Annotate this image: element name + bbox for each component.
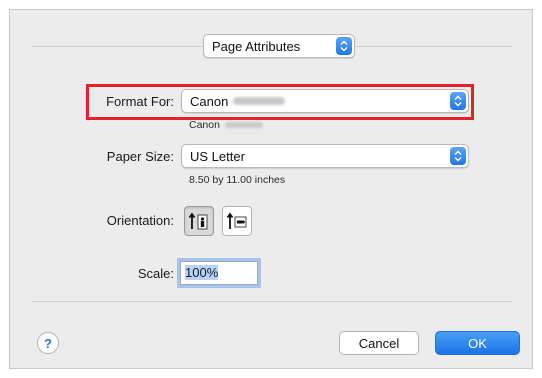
redacted-model-detail (224, 122, 263, 129)
landscape-button[interactable] (222, 206, 252, 236)
portrait-orientation-icon (188, 212, 208, 230)
scale-input[interactable]: 100% (180, 261, 258, 285)
landscape-orientation-icon (226, 212, 247, 229)
settings-popup[interactable]: Page Attributes (203, 34, 355, 58)
ok-button[interactable]: OK (435, 331, 520, 355)
scale-value: 100% (185, 265, 219, 280)
format-for-detail: Canon (189, 119, 263, 131)
format-for-value: Canon (190, 93, 229, 109)
stepper-icon (450, 92, 466, 110)
help-button[interactable]: ? (37, 332, 59, 354)
format-for-label: Format For: (106, 94, 174, 109)
stepper-icon (450, 147, 466, 165)
paper-size-popup[interactable]: US Letter (181, 144, 469, 168)
cancel-button[interactable]: Cancel (339, 331, 419, 355)
paper-size-label: Paper Size: (106, 149, 174, 164)
orientation-label: Orientation: (106, 213, 174, 228)
bottom-separator (32, 301, 512, 302)
format-for-popup[interactable]: Canon (181, 89, 469, 113)
paper-size-value: US Letter (190, 148, 245, 164)
page-setup-dialog: Page Attributes Format For: Canon Canon … (9, 9, 533, 369)
redacted-model (233, 97, 286, 105)
paper-size-detail: 8.50 by 11.00 inches (189, 174, 286, 186)
scale-label: Scale: (137, 266, 174, 281)
portrait-button[interactable] (184, 206, 214, 236)
settings-popup-label: Page Attributes (212, 38, 301, 54)
stepper-icon (336, 37, 352, 55)
